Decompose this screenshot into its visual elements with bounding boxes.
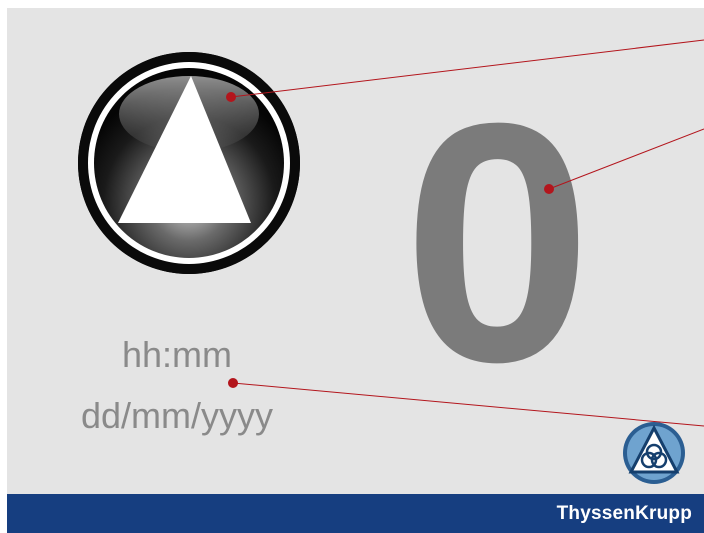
time-display: hh:mm — [121, 334, 233, 375]
footer-bar: ThyssenKrupp — [7, 494, 704, 533]
elevator-display-screen: hh:mm dd/mm/yyyy 0 ThyssenKrupp — [0, 0, 704, 533]
up-arrow-icon — [78, 52, 300, 274]
date-display: dd/mm/yyyy — [80, 395, 274, 436]
floor-number: 0 — [402, 53, 593, 433]
brand-name: ThyssenKrupp — [556, 503, 692, 524]
thyssenkrupp-logo-icon — [621, 420, 687, 486]
